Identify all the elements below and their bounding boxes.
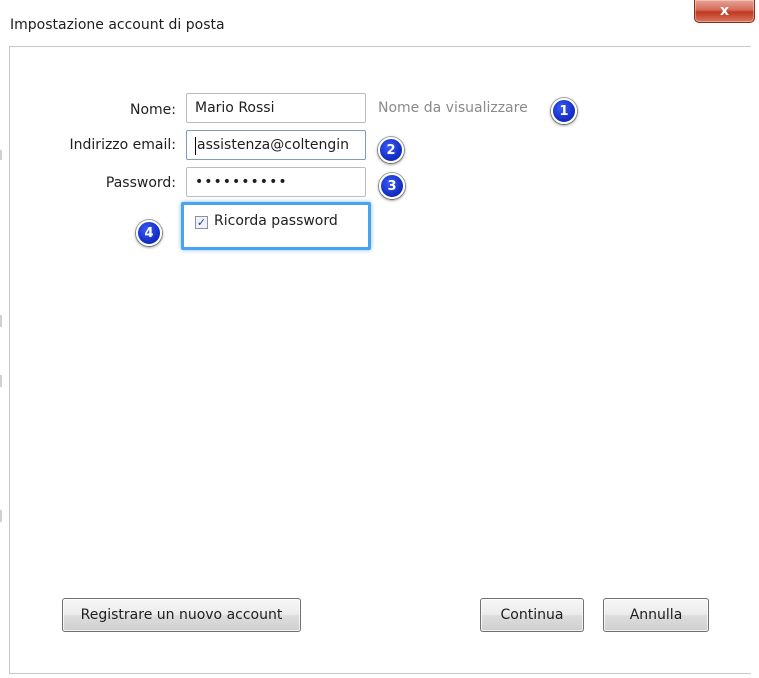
text-caret — [195, 137, 196, 155]
close-icon: x — [719, 3, 730, 19]
email-label: Indirizzo email: — [69, 137, 176, 153]
remember-password-checkbox[interactable]: ✓ — [195, 216, 208, 229]
name-label: Nome: — [129, 102, 176, 118]
close-button[interactable]: x — [694, 0, 755, 23]
step-badge-2: 2 — [378, 137, 404, 163]
cancel-button[interactable]: Annulla — [603, 598, 709, 632]
password-label: Password: — [105, 175, 176, 191]
email-field-value: assistenza@coltengin — [197, 137, 350, 153]
step-badge-1: 1 — [551, 98, 577, 124]
title-bar: Impostazione account di posta x — [0, 0, 759, 46]
window-edge-mark — [0, 510, 2, 522]
password-field[interactable]: •••••••••• — [186, 167, 366, 197]
name-field[interactable]: Mario Rossi — [186, 93, 366, 123]
name-hint: Nome da visualizzare — [378, 100, 528, 116]
remember-password-label[interactable]: Ricorda password — [214, 213, 338, 229]
window-title: Impostazione account di posta — [10, 17, 225, 33]
window-edge-mark — [0, 315, 2, 327]
email-field[interactable]: assistenza@coltengin — [186, 130, 366, 160]
window-edge-mark — [0, 375, 2, 387]
step-badge-4: 4 — [136, 220, 162, 246]
password-field-value: •••••••••• — [195, 174, 288, 190]
checkmark-icon: ✓ — [196, 216, 207, 229]
register-account-button[interactable]: Registrare un nuovo account — [62, 598, 301, 632]
name-field-value: Mario Rossi — [195, 100, 275, 116]
continue-button[interactable]: Continua — [480, 598, 584, 632]
step-badge-3: 3 — [379, 173, 405, 199]
